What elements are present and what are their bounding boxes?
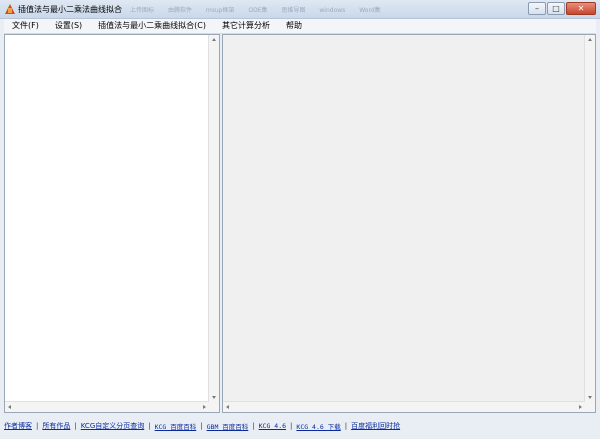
ghost-item: windows (319, 7, 346, 14)
link-kcg-baike[interactable]: KCG 百度百科 (155, 421, 197, 431)
window-controls: – □ ✕ (527, 2, 596, 16)
link-kcg-46-download[interactable]: KCG 4.6 下载 (296, 421, 340, 431)
separator: | (252, 422, 255, 430)
link-kcg-46[interactable]: KCG 4.6 (259, 422, 286, 430)
menu-help[interactable]: 帮助 (278, 19, 310, 33)
separator: | (200, 422, 203, 430)
close-icon: ✕ (577, 4, 585, 13)
maximize-button[interactable]: □ (547, 2, 565, 15)
scroll-corner (209, 402, 219, 412)
maximize-icon: □ (552, 4, 560, 13)
left-vertical-scrollbar[interactable] (208, 35, 219, 402)
menu-bar: 文件(F) 设置(S) 插值法与最小二乘曲线拟合(C) 其它计算分析 帮助 (4, 19, 596, 34)
ghost-item: msup框架 (205, 7, 235, 14)
scroll-down-icon[interactable] (588, 396, 592, 399)
ghost-item: Word集 (359, 7, 381, 14)
separator: | (148, 422, 151, 430)
menu-curve-fitting[interactable]: 插值法与最小二乘曲线拟合(C) (90, 19, 214, 33)
scroll-corner (585, 402, 595, 412)
left-text-panel[interactable] (4, 34, 220, 413)
right-horizontal-scrollbar[interactable] (223, 401, 585, 412)
status-link-bar: 作者博客 | 所有作品 | KCG自定义分页查询 | KCG 百度百科 | GB… (4, 418, 596, 434)
background-taskbar-ghost: 上传图标 由腾软件 msup框架 ODE集 思维导图 windows Word集 (130, 5, 393, 14)
separator: | (36, 422, 39, 430)
link-gbm-baike[interactable]: GBM 百度百科 (207, 421, 249, 431)
scroll-up-icon[interactable] (588, 38, 592, 41)
ghost-item: ODE集 (248, 7, 268, 14)
link-all-works[interactable]: 所有作品 (42, 421, 70, 431)
left-horizontal-scrollbar[interactable] (5, 401, 209, 412)
close-button[interactable]: ✕ (566, 2, 596, 15)
link-baidu-welfare[interactable]: 百度福利回时抢 (351, 421, 400, 431)
scroll-left-icon[interactable] (8, 405, 11, 409)
ghost-item: 上传图标 (130, 7, 155, 14)
menu-other-analysis[interactable]: 其它计算分析 (214, 19, 278, 33)
separator: | (344, 422, 348, 430)
right-plot-panel[interactable] (222, 34, 596, 413)
scroll-right-icon[interactable] (203, 405, 206, 409)
matlab-icon (5, 4, 15, 14)
minimize-button[interactable]: – (528, 2, 546, 15)
link-kcg-page-query[interactable]: KCG自定义分页查询 (81, 421, 145, 431)
link-author-blog[interactable]: 作者博客 (4, 421, 32, 431)
scroll-up-icon[interactable] (212, 38, 216, 41)
minimize-icon: – (535, 4, 539, 13)
separator: | (290, 422, 293, 430)
scroll-down-icon[interactable] (212, 396, 216, 399)
scroll-left-icon[interactable] (226, 405, 229, 409)
menu-file[interactable]: 文件(F) (4, 19, 47, 33)
scroll-right-icon[interactable] (579, 405, 582, 409)
window-title: 插值法与最小二乘法曲线拟合 (18, 5, 122, 14)
ghost-item: 由腾软件 (167, 7, 192, 14)
right-vertical-scrollbar[interactable] (584, 35, 595, 402)
separator: | (74, 422, 77, 430)
title-bar: 插值法与最小二乘法曲线拟合 上传图标 由腾软件 msup框架 ODE集 思维导图… (0, 0, 600, 19)
menu-settings[interactable]: 设置(S) (47, 19, 90, 33)
ghost-item: 思维导图 (281, 7, 306, 14)
